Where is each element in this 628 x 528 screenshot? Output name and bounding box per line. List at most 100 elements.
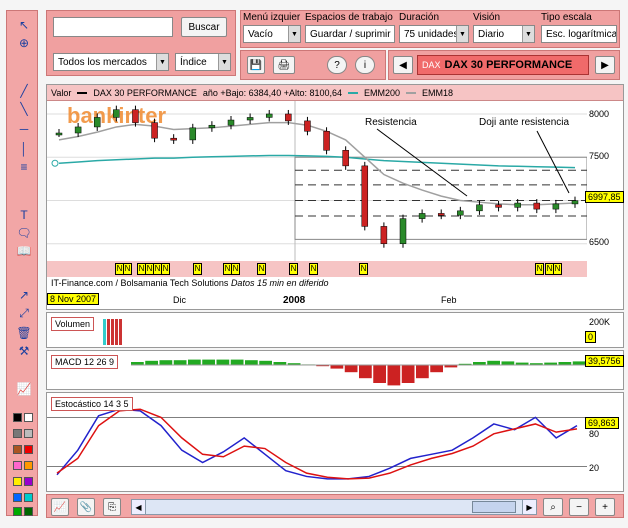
scroll-right-icon[interactable]: ▶ (522, 500, 536, 514)
candle (476, 204, 483, 212)
candle (323, 131, 330, 151)
candle (514, 202, 521, 208)
color-swatch[interactable] (24, 507, 33, 516)
search-input[interactable] (53, 17, 173, 37)
credit-text: IT-Finance.com / Bolsamania Tech Solutio… (51, 278, 229, 288)
scroll-left-icon[interactable]: ◀ (132, 500, 146, 514)
next-symbol-icon[interactable]: ▶ (595, 56, 615, 74)
price-header: Valor (51, 87, 72, 98)
news-marker[interactable]: N (289, 263, 298, 275)
color-swatch[interactable] (24, 477, 33, 486)
candle (533, 202, 541, 210)
macd-bar (487, 360, 500, 365)
fibonacci-icon[interactable]: ≡ (15, 159, 33, 175)
news-marker[interactable]: N (309, 263, 318, 275)
channel-line-icon[interactable]: ╲ (15, 101, 33, 117)
zoom-fit-icon[interactable]: ⌕ (543, 498, 563, 516)
color-swatch[interactable] (24, 429, 33, 438)
vision-select[interactable]: Diario ▼ (473, 25, 535, 43)
scroll-thumb[interactable] (472, 501, 516, 513)
color-swatch[interactable] (13, 461, 22, 470)
macd-bar (173, 360, 187, 365)
color-swatch[interactable] (24, 493, 33, 502)
horizontal-line-icon[interactable]: ─ (15, 121, 33, 137)
trash-icon[interactable]: 🗑 (15, 325, 33, 341)
news-marker[interactable]: N (123, 263, 132, 275)
color-swatch[interactable] (24, 461, 33, 470)
macd-plot-bg (47, 351, 587, 389)
price-chart[interactable]: bankinterResistenciaDoji ante resistenci… (47, 101, 587, 261)
color-swatch[interactable] (24, 413, 33, 422)
volume-chart[interactable] (47, 313, 587, 347)
macd-bar (344, 365, 358, 373)
news-marker[interactable]: N (553, 263, 562, 275)
save-icon[interactable]: 💾 (247, 56, 265, 74)
espacios-select[interactable]: Guardar / suprimir (305, 25, 395, 43)
color-swatch[interactable] (13, 429, 22, 438)
zoom-out-icon[interactable]: − (569, 498, 589, 516)
news-marker[interactable]: N (359, 263, 368, 275)
escala-select[interactable]: Esc. logarítmica (541, 25, 617, 43)
color-swatch[interactable] (13, 493, 22, 502)
news-marker[interactable]: N (161, 263, 170, 275)
menu-izq-label: Menú izquier (243, 12, 301, 23)
clip-icon[interactable]: 📎 (77, 498, 95, 516)
volume-bar (111, 319, 114, 345)
stochastic-panel: Estocástico 14 3 5 69,863 80 20 (46, 392, 624, 492)
color-swatch[interactable] (13, 507, 22, 516)
vertical-line-icon[interactable]: │ (15, 141, 33, 157)
news-marker[interactable]: N (193, 263, 202, 275)
macd-bar (359, 365, 372, 379)
candle (418, 213, 426, 219)
search-button[interactable]: Buscar (181, 17, 227, 37)
annotation-doji: Doji ante resistencia (479, 117, 569, 128)
candle (132, 109, 139, 123)
arrow-tool-icon[interactable]: ↗ (15, 287, 33, 303)
color-swatch[interactable] (24, 445, 33, 454)
text-tool-icon[interactable]: T (15, 207, 33, 223)
book-icon[interactable]: 📖 (15, 243, 33, 259)
cross-arrow-icon[interactable]: ⤢ (15, 305, 33, 321)
previous-symbol-icon[interactable]: ◀ (393, 56, 413, 74)
color-swatch[interactable] (13, 445, 22, 454)
comment-icon[interactable]: 🗨 (15, 225, 33, 241)
espacios-label: Espacios de trabajo (305, 12, 393, 23)
info-icon[interactable]: i (355, 56, 375, 74)
help-icon[interactable]: ? (327, 56, 347, 74)
candle (246, 117, 254, 121)
x-label: Dic (173, 295, 186, 305)
print-icon[interactable]: 🖨 (273, 56, 295, 74)
vision-label: Visión (473, 12, 501, 23)
color-swatch[interactable] (13, 477, 22, 486)
candle (285, 113, 292, 122)
escala-value: Esc. logarítmica (546, 28, 617, 40)
category-select-value: Índice (180, 56, 207, 68)
menu-izq-select[interactable]: Vacío ▼ (243, 25, 301, 43)
volume-zero: 0 (585, 331, 597, 343)
export-icon[interactable]: ⎘ (103, 498, 121, 516)
zoom-in-icon[interactable]: + (595, 498, 615, 516)
news-marker[interactable]: N (231, 263, 240, 275)
category-select[interactable]: Índice ▼ (175, 53, 231, 71)
ema-start-marker (51, 159, 59, 167)
news-marker[interactable]: N (257, 263, 266, 275)
trend-line-icon[interactable]: ╱ (15, 83, 33, 99)
chart-icon[interactable]: 📈 (15, 381, 33, 397)
macd-title: MACD 12 26 9 (51, 355, 119, 369)
macd-chart[interactable] (47, 351, 587, 389)
macd-bar (245, 360, 258, 365)
market-select[interactable]: Todos los mercados ▼ (53, 53, 169, 71)
news-marker[interactable]: N (535, 263, 544, 275)
pointer-icon[interactable]: ↖ (15, 17, 33, 33)
chart-type-icon[interactable]: 📈 (51, 498, 69, 516)
zoom-icon[interactable]: ⊕ (15, 35, 33, 51)
color-swatch[interactable] (13, 413, 22, 422)
duracion-select[interactable]: 75 unidades ▼ (399, 25, 469, 43)
duracion-label: Duración (399, 12, 440, 23)
macd-bar (401, 365, 415, 383)
symbol-field[interactable]: DAX DAX 30 PERFORMANCE (417, 55, 589, 75)
horizontal-scrollbar[interactable]: ◀ ▶ (131, 499, 537, 515)
macd-value: 39,5756 (585, 355, 624, 367)
tools-icon[interactable]: ⚒ (15, 343, 33, 359)
macd-bar (387, 365, 401, 386)
